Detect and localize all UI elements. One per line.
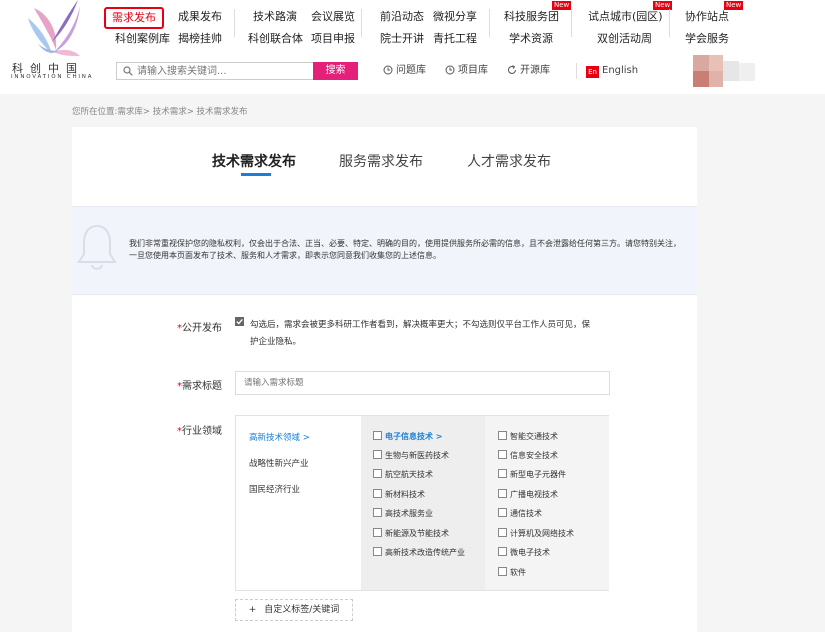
clock-icon <box>445 65 455 75</box>
nav-academician-talk[interactable]: 院士开讲 <box>380 32 424 46</box>
subcategory-option[interactable]: 高新技术改造传统产业 <box>373 547 483 558</box>
industry-category-column: 高新技术领域 > 战略性新兴产业 国民经济行业 <box>236 416 361 590</box>
new-badge: New <box>552 1 572 10</box>
subcategory-option[interactable]: 生物与新医药技术 <box>373 450 449 461</box>
search-button[interactable]: 搜索 <box>313 62 358 80</box>
nav-divider <box>361 9 362 37</box>
option-checkbox[interactable] <box>373 450 382 459</box>
option-checkbox[interactable] <box>373 489 382 498</box>
subcategory-option[interactable]: 新材料技术 <box>373 489 425 500</box>
nav-divider <box>669 9 670 37</box>
detail-option[interactable]: 计算机及网络技术 <box>498 528 574 539</box>
nav-innovation-week[interactable]: 双创活动周 <box>597 32 652 46</box>
breadcrumb: 您所在位置:需求库> 技术需求> 技术需求发布 <box>72 107 248 117</box>
subcategory-option[interactable]: 电子信息技术 > <box>373 431 443 442</box>
detail-option[interactable]: 广播电视技术 <box>498 489 558 500</box>
nav-micro-video[interactable]: 微视分享 <box>433 10 477 24</box>
open-source-link[interactable]: 开源库 <box>507 65 550 77</box>
search-box <box>116 62 313 80</box>
check-icon <box>236 318 243 325</box>
tab-tech-demand[interactable]: 技术需求发布 <box>212 151 296 171</box>
nav-pilot-city[interactable]: 试点城市(园区) <box>588 10 663 24</box>
nav-divider <box>489 9 490 37</box>
category-item[interactable]: 高新技术领域 > <box>249 431 310 443</box>
option-checkbox[interactable] <box>498 508 507 517</box>
category-item[interactable]: 国民经济行业 <box>249 483 300 495</box>
detail-option[interactable]: 新型电子元器件 <box>498 469 566 480</box>
bell-icon <box>77 224 117 270</box>
option-checkbox[interactable] <box>498 528 507 537</box>
nav-frontier-news[interactable]: 前沿动态 <box>380 10 424 24</box>
project-bank-label: 项目库 <box>458 65 488 76</box>
language-icon: En <box>586 66 599 78</box>
option-checkbox[interactable] <box>498 450 507 459</box>
nav-academic-resource[interactable]: 学术资源 <box>509 32 553 46</box>
new-badge: New <box>724 1 744 10</box>
nav-society-service[interactable]: 学会服务 <box>685 32 729 46</box>
nav-youth-project[interactable]: 青托工程 <box>433 32 477 46</box>
custom-tag-button[interactable]: + 自定义标签/关键词 <box>235 599 353 621</box>
option-checkbox[interactable] <box>498 489 507 498</box>
nav-case-library[interactable]: 科创案例库 <box>115 32 170 46</box>
detail-option[interactable]: 微电子技术 <box>498 547 550 558</box>
industry-label: *行业领域 <box>177 426 222 437</box>
option-checkbox[interactable] <box>373 508 382 517</box>
nav-innovation-union[interactable]: 科创联合体 <box>248 32 303 46</box>
category-item[interactable]: 战略性新兴产业 <box>249 457 309 469</box>
search-input[interactable] <box>137 63 312 79</box>
question-bank-label: 问题库 <box>396 65 426 76</box>
detail-option[interactable]: 智能交通技术 <box>498 431 558 442</box>
nav-service-team[interactable]: 科技服务团 <box>504 10 559 24</box>
demand-title-label: *需求标题 <box>177 381 222 392</box>
tool-divider <box>576 63 577 79</box>
tab-service-demand[interactable]: 服务需求发布 <box>339 151 423 171</box>
industry-detail-column: 智能交通技术 信息安全技术 新型电子元器件 广播电视技术 通信技术 计算机及网络… <box>485 416 609 590</box>
option-checkbox[interactable] <box>498 547 507 556</box>
nav-tech-roadshow[interactable]: 技术路演 <box>253 10 297 24</box>
brand-name-en: INNOVATION CHINA <box>11 74 94 80</box>
nav-conference[interactable]: 会议展览 <box>311 10 355 24</box>
custom-tag-label: 自定义标签/关键词 <box>264 605 340 615</box>
plus-icon: + <box>248 605 257 615</box>
nav-open-competition[interactable]: 揭榜挂帅 <box>178 32 222 46</box>
question-bank-link[interactable]: 问题库 <box>383 65 426 77</box>
header: 科创中国 INNOVATION CHINA 需求发布 成果发布 技术路演 会议展… <box>0 0 825 94</box>
option-checkbox[interactable] <box>498 469 507 478</box>
nav-project-apply[interactable]: 项目申报 <box>311 32 355 46</box>
clock-icon <box>383 65 393 75</box>
project-bank-link[interactable]: 项目库 <box>445 65 488 77</box>
detail-option[interactable]: 通信技术 <box>498 508 542 519</box>
nav-divider <box>571 9 572 37</box>
subcategory-option[interactable]: 航空航天技术 <box>373 469 433 480</box>
option-checkbox[interactable] <box>373 469 382 478</box>
option-checkbox[interactable] <box>498 567 507 576</box>
option-checkbox[interactable] <box>373 547 382 556</box>
nav-demand-publish[interactable]: 需求发布 <box>104 7 164 29</box>
subcategory-option[interactable]: 新能源及节能技术 <box>373 528 449 539</box>
language-switch[interactable]: En English <box>586 65 638 78</box>
public-publish-checkbox[interactable] <box>235 317 244 326</box>
option-checkbox[interactable] <box>373 431 382 440</box>
refresh-icon <box>508 65 516 74</box>
tab-active-indicator <box>241 173 271 176</box>
industry-subcategory-column: 电子信息技术 > 生物与新医药技术 航空航天技术 新材料技术 高技术服务业 新能… <box>361 416 485 590</box>
industry-selector: 高新技术领域 > 战略性新兴产业 国民经济行业 电子信息技术 > 生物与新医药技… <box>235 415 609 591</box>
nav-result-publish[interactable]: 成果发布 <box>178 10 222 24</box>
demand-title-input[interactable] <box>235 371 610 395</box>
public-publish-label: *公开发布 <box>177 323 222 334</box>
search-icon <box>123 66 133 76</box>
privacy-notice-text: 我们非常重视保护您的隐私权利，仅会出于合法、正当、必要、特定、明确的目的，使用提… <box>129 239 681 260</box>
language-label: English <box>602 65 639 76</box>
subcategory-option[interactable]: 高技术服务业 <box>373 508 433 519</box>
detail-option[interactable]: 软件 <box>498 567 526 578</box>
public-publish-desc: 勾选后，需求会被更多科研工作者看到，解决概率更大；不勾选则仅平台工作人员可见，保… <box>250 320 591 347</box>
option-checkbox[interactable] <box>373 528 382 537</box>
nav-coop-site[interactable]: 协作站点 <box>685 10 729 24</box>
open-source-label: 开源库 <box>520 65 550 76</box>
nav-divider <box>234 9 235 37</box>
detail-option[interactable]: 信息安全技术 <box>498 450 558 461</box>
avatar[interactable] <box>693 55 755 87</box>
option-checkbox[interactable] <box>498 431 507 440</box>
tab-talent-demand[interactable]: 人才需求发布 <box>467 151 551 171</box>
